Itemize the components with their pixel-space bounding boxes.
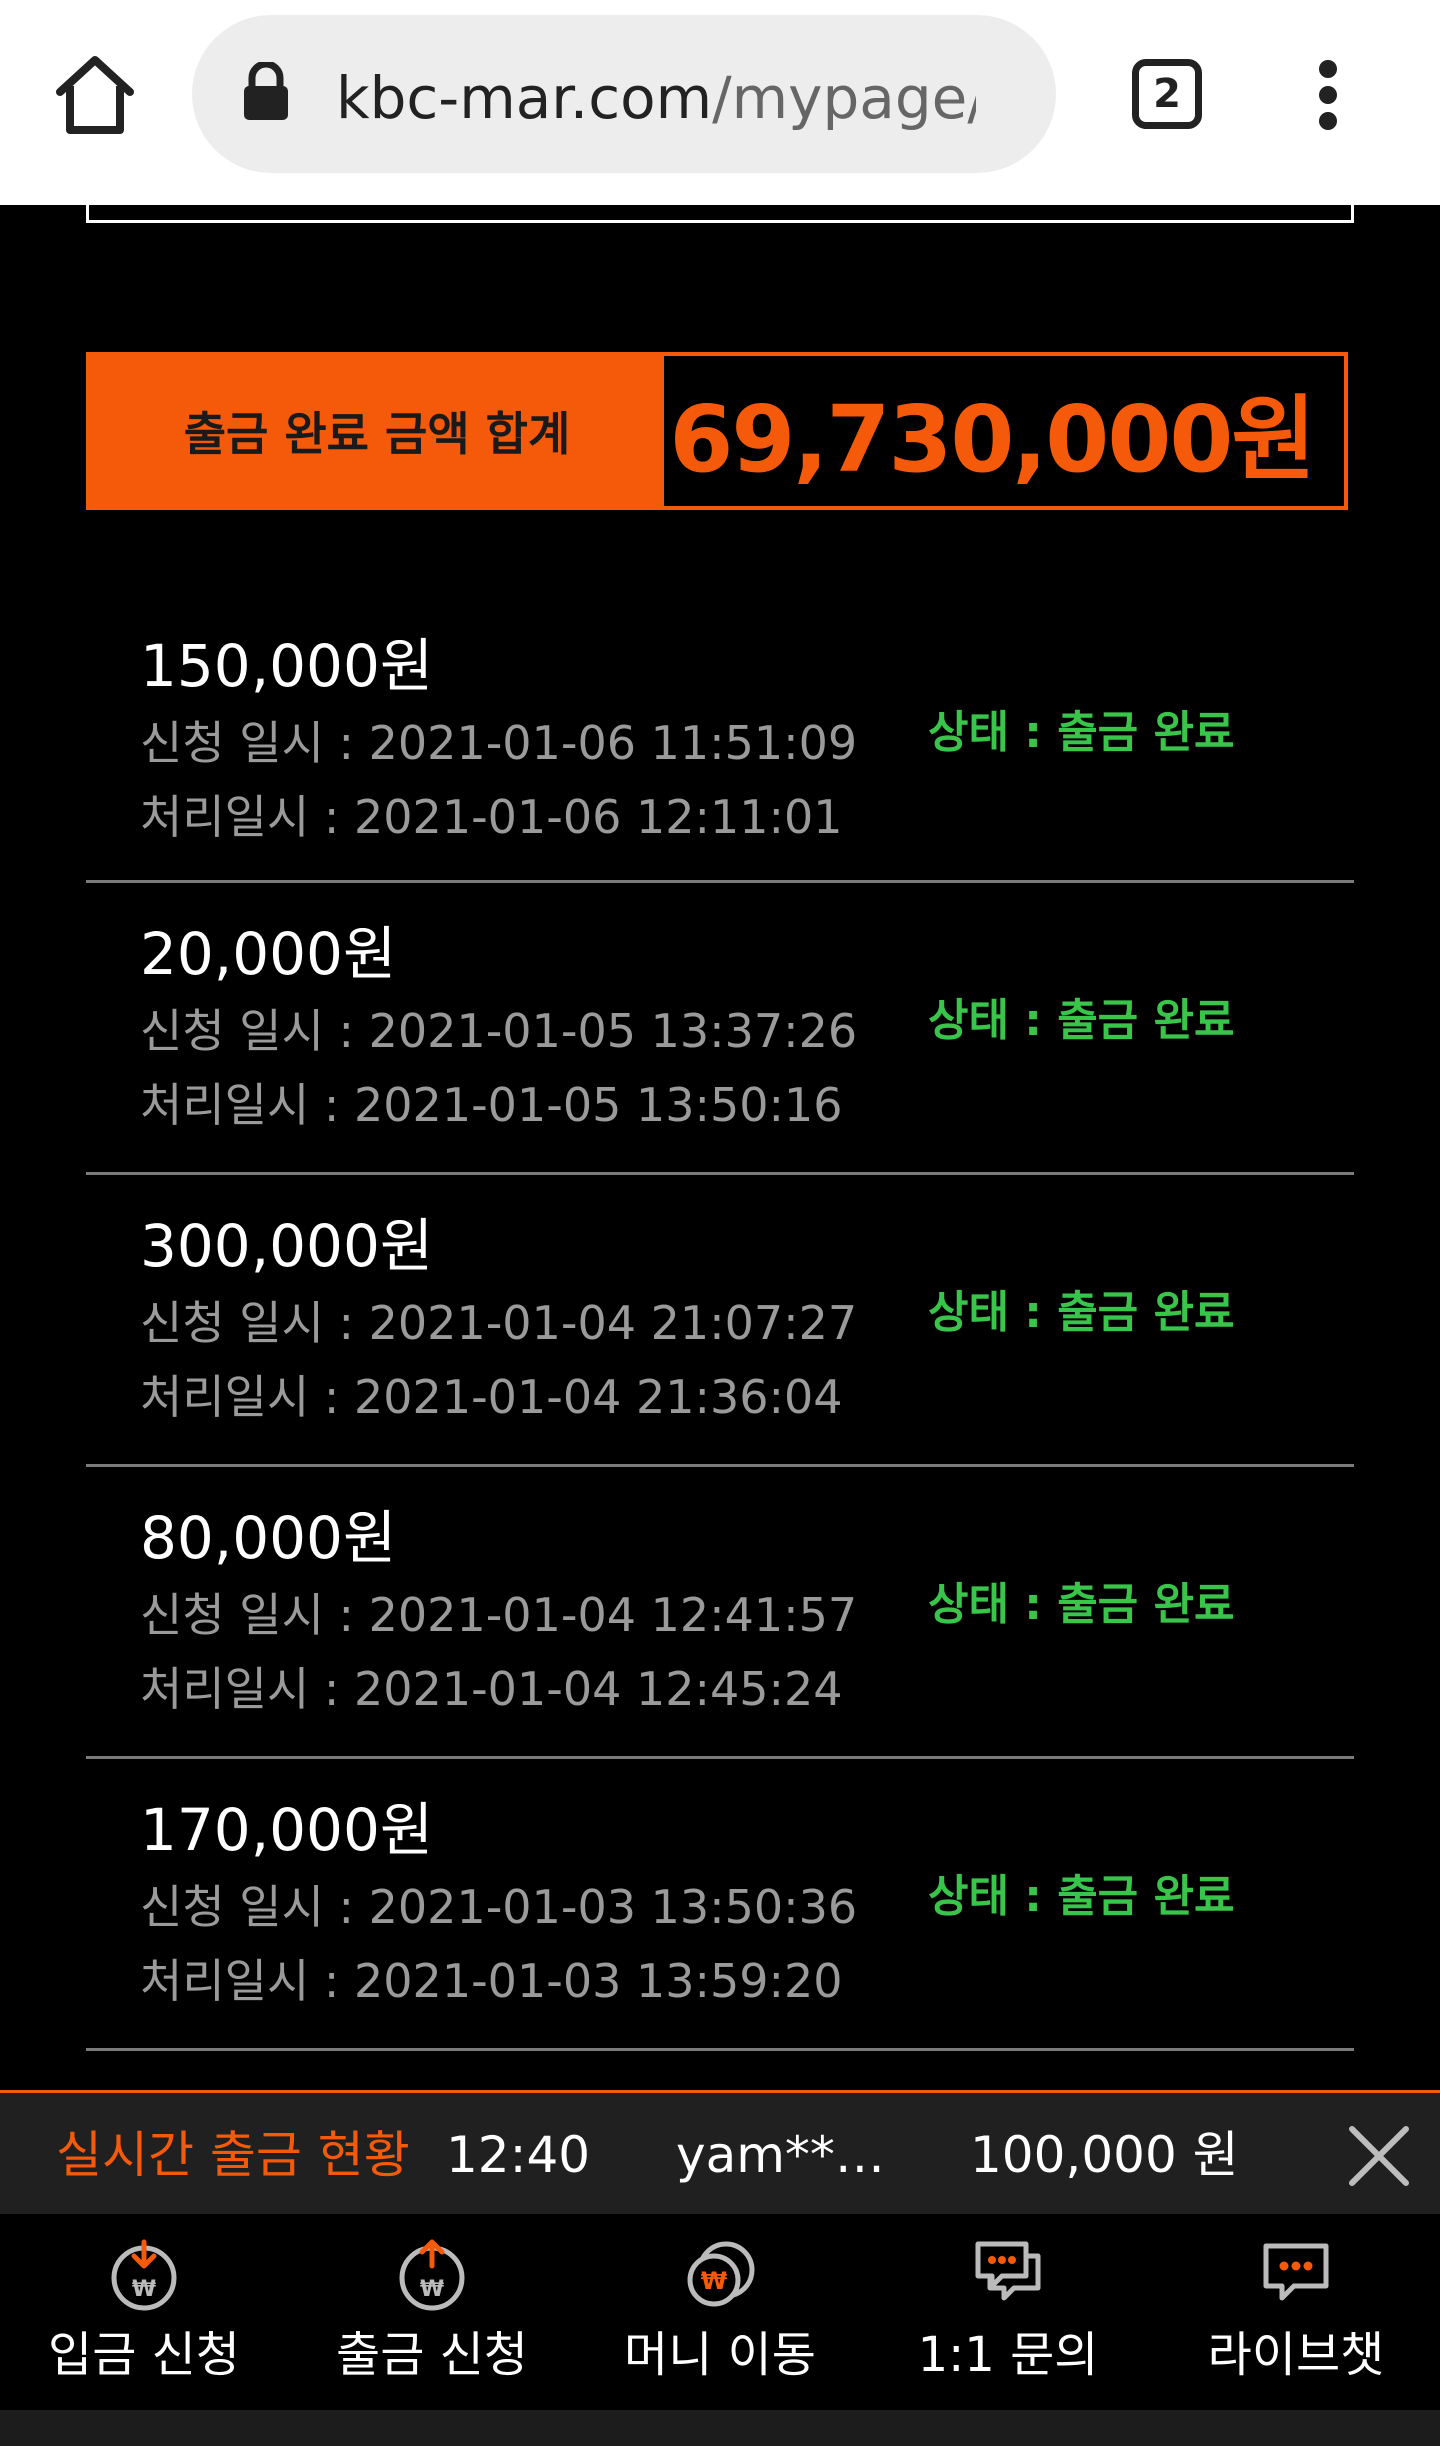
live-withdrawal-ticker: 실시간 출금 현황 12:40 yam**… 100,000 원	[0, 2090, 1440, 2214]
url-path: /mypage/	[712, 64, 976, 132]
nav-withdraw-request[interactable]: ₩ 출금 신청	[288, 2214, 576, 2410]
nav-live-chat[interactable]: 라이브챗	[1152, 2214, 1440, 2410]
bottom-nav: ₩ 입금 신청 ₩ 출금 신청 ₩ 머니 이동 1:1 문의 라이브챗	[0, 2214, 1440, 2410]
url-host: kbc-mar.com	[336, 64, 713, 132]
withdrawal-amount: 170,000원	[140, 1796, 434, 1864]
list-item: 300,000원 신청 일시 : 2021-01-04 21:07:27 처리일…	[86, 1175, 1354, 1467]
status-badge: 상태 : 출금 완료	[928, 995, 1235, 1046]
live-chat-icon	[1263, 2243, 1329, 2301]
home-icon[interactable]	[52, 52, 138, 138]
request-datetime: 신청 일시 : 2021-01-05 13:37:26	[140, 1004, 858, 1058]
withdrawal-amount: 150,000원	[140, 632, 434, 700]
close-icon[interactable]	[1346, 2123, 1412, 2189]
nav-one-to-one-inquiry[interactable]: 1:1 문의	[864, 2214, 1152, 2410]
browser-toolbar: kbc-mar.com/mypage/ 2	[0, 0, 1440, 205]
nav-label: 라이브챗	[1207, 2327, 1385, 2383]
withdrawal-amount: 80,000원	[140, 1504, 397, 1572]
previous-section-box	[86, 190, 1354, 223]
svg-text:₩: ₩	[132, 2277, 156, 2302]
request-datetime: 신청 일시 : 2021-01-04 21:07:27	[140, 1296, 858, 1350]
withdrawal-total-box: 출금 완료 금액 합계 69,730,000원	[86, 352, 1348, 510]
ticker-amount: 100,000 원	[970, 2126, 1239, 2184]
list-item: 170,000원 신청 일시 : 2021-01-03 13:50:36 처리일…	[86, 1759, 1354, 2051]
deposit-icon: ₩	[111, 2239, 177, 2311]
processed-datetime: 처리일시 : 2021-01-04 12:45:24	[140, 1662, 843, 1716]
withdrawal-total-label: 출금 완료 금액 합계	[90, 356, 664, 506]
processed-datetime: 처리일시 : 2021-01-03 13:59:20	[140, 1954, 843, 2008]
list-item: 150,000원 신청 일시 : 2021-01-06 11:51:09 처리일…	[86, 595, 1354, 883]
withdrawal-amount: 300,000원	[140, 1212, 434, 1280]
processed-datetime: 처리일시 : 2021-01-04 21:36:04	[140, 1370, 843, 1424]
status-badge: 상태 : 출금 완료	[928, 1287, 1235, 1338]
nav-money-transfer[interactable]: ₩ 머니 이동	[576, 2214, 864, 2410]
tab-switcher-button[interactable]: 2	[1132, 59, 1202, 129]
list-item: 80,000원 신청 일시 : 2021-01-04 12:41:57 처리일시…	[86, 1467, 1354, 1759]
ticker-user: yam**…	[676, 2126, 885, 2184]
nav-label: 입금 신청	[48, 2327, 240, 2383]
status-badge: 상태 : 출금 완료	[928, 1871, 1235, 1922]
withdrawal-total-value: 69,730,000원	[669, 385, 1316, 493]
request-datetime: 신청 일시 : 2021-01-06 11:51:09	[140, 716, 858, 770]
ticker-title: 실시간 출금 현황	[56, 2126, 410, 2184]
money-transfer-icon: ₩	[687, 2241, 755, 2307]
status-badge: 상태 : 출금 완료	[928, 707, 1235, 758]
lock-icon	[244, 62, 288, 120]
withdrawal-amount: 20,000원	[140, 920, 397, 988]
processed-datetime: 처리일시 : 2021-01-06 12:11:01	[140, 790, 843, 844]
nav-deposit-request[interactable]: ₩ 입금 신청	[0, 2214, 288, 2410]
withdraw-icon: ₩	[399, 2239, 465, 2311]
nav-label: 머니 이동	[624, 2327, 816, 2383]
nav-label: 출금 신청	[336, 2327, 528, 2383]
menu-icon[interactable]	[1310, 60, 1346, 130]
ticker-time: 12:40	[446, 2126, 591, 2184]
chat-bubbles-icon	[975, 2241, 1041, 2301]
svg-text:₩: ₩	[420, 2277, 444, 2302]
processed-datetime: 처리일시 : 2021-01-05 13:50:16	[140, 1078, 843, 1132]
list-item: 20,000원 신청 일시 : 2021-01-05 13:37:26 처리일시…	[86, 883, 1354, 1175]
system-nav-strip	[0, 2410, 1440, 2446]
status-badge: 상태 : 출금 완료	[928, 1579, 1235, 1630]
request-datetime: 신청 일시 : 2021-01-04 12:41:57	[140, 1588, 858, 1642]
url-text[interactable]: kbc-mar.com/mypage/	[336, 58, 976, 138]
withdrawal-list: 150,000원 신청 일시 : 2021-01-06 11:51:09 처리일…	[86, 595, 1354, 2051]
nav-label: 1:1 문의	[917, 2327, 1099, 2383]
svg-text:₩: ₩	[701, 2267, 728, 2295]
request-datetime: 신청 일시 : 2021-01-03 13:50:36	[140, 1880, 858, 1934]
